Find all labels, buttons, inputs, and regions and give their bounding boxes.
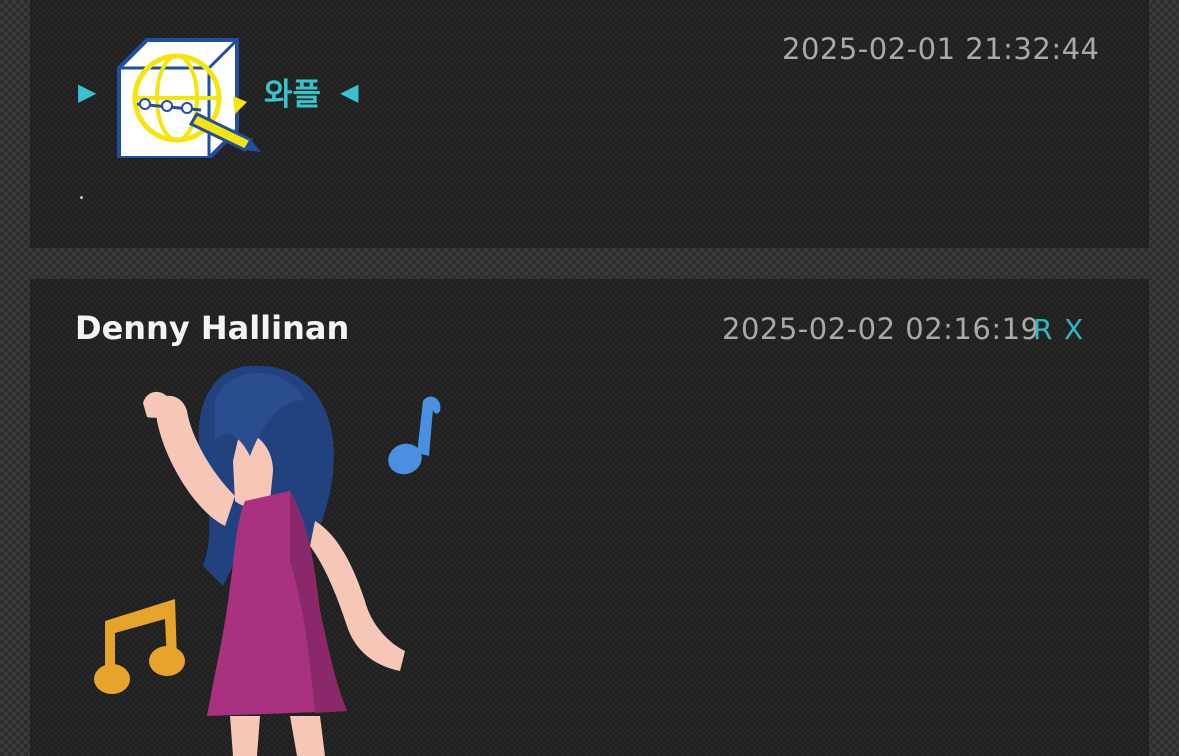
comment-timestamp: 2025-02-02 02:16:19 [722,312,1040,346]
nickname: 와플 [264,77,322,113]
wireframe-cube-pencil-icon [117,38,261,158]
nickname-row[interactable]: ▶ 와플 ◀ [78,36,398,158]
comment-body: . [78,180,85,205]
comment-card: ▶ 와플 ◀ 2025-02-01 21:32:44 . [30,0,1149,248]
delete-button[interactable]: X [1064,313,1083,346]
play-right-icon: ▶ [78,78,97,106]
comment-author[interactable]: Denny Hallinan [75,309,349,347]
reply-button[interactable]: R [1033,313,1052,346]
play-left-icon: ◀ [340,78,359,106]
comment-card: Denny Hallinan 2025-02-02 02:16:19 R X [30,279,1149,756]
dancing-woman-illustration [94,365,441,756]
comment-timestamp: 2025-02-01 21:32:44 [782,32,1100,66]
